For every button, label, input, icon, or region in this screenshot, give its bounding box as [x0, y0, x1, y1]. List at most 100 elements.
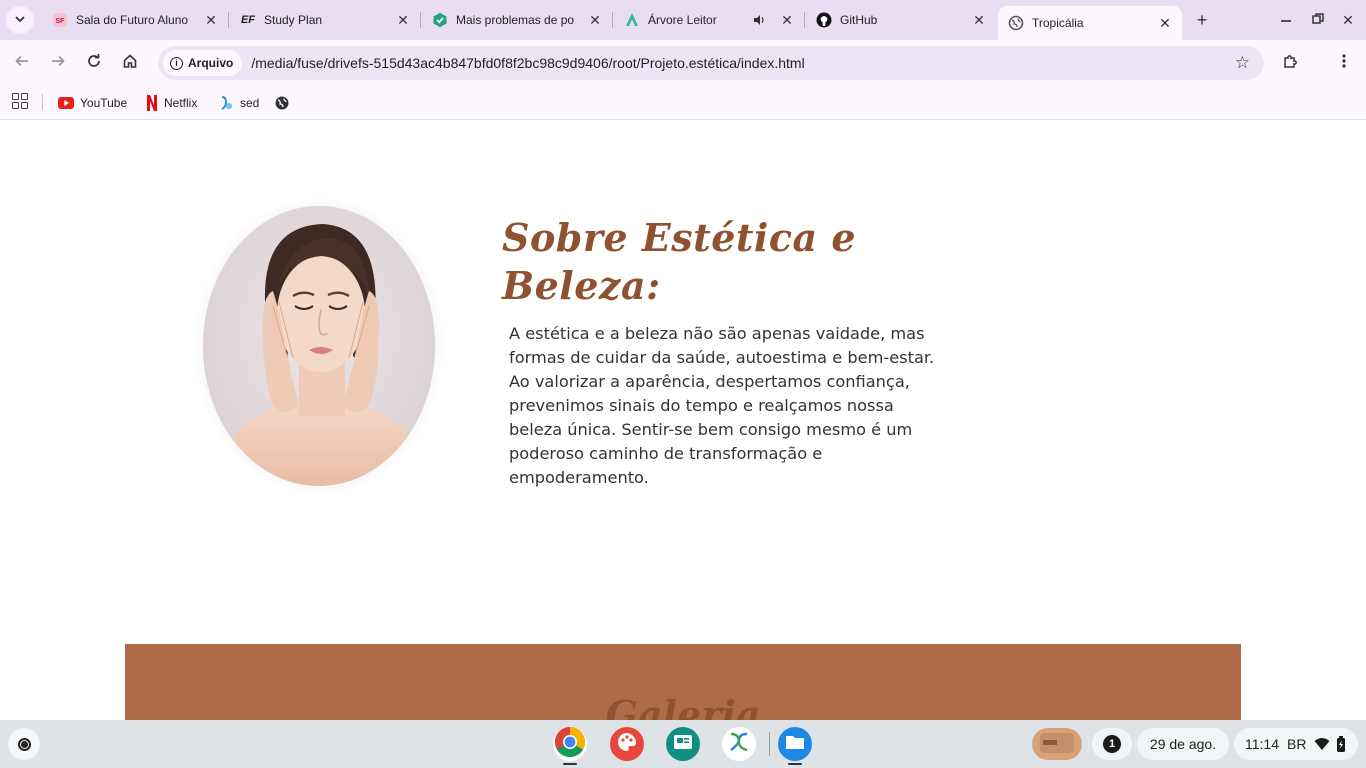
apps-grid-icon[interactable]	[12, 93, 28, 109]
locale-text: BR	[1287, 736, 1307, 752]
info-icon: i	[170, 56, 183, 70]
browser-toolbar: i Arquivo /media/fuse/drivefs-515d43ac4b…	[0, 40, 1366, 86]
restore-icon	[1312, 12, 1324, 28]
palette-icon	[616, 731, 638, 758]
arvore-icon	[624, 12, 640, 28]
gallery-section: Galeria	[125, 644, 1241, 720]
close-tab-icon[interactable]: ✕	[202, 11, 220, 29]
new-tab-button[interactable]: +	[1192, 10, 1212, 30]
bookmark-globe[interactable]	[274, 92, 296, 114]
tab-tropicalia[interactable]: Tropicália ✕	[998, 6, 1182, 40]
thumbnail-icon	[1039, 732, 1075, 757]
classroom-app-button[interactable]	[666, 727, 700, 761]
sed-icon	[218, 95, 234, 111]
home-icon	[122, 53, 138, 74]
close-tab-icon[interactable]: ✕	[586, 11, 604, 29]
bookmarks-separator	[42, 94, 43, 110]
site-info-label: Arquivo	[188, 56, 234, 70]
notification-tray[interactable]: 1	[1092, 728, 1132, 760]
bookmark-sed[interactable]: sed	[218, 92, 259, 114]
dna-icon	[727, 730, 751, 759]
chrome-app-button[interactable]	[553, 726, 587, 763]
slides-board-icon	[672, 731, 694, 758]
tab-separator	[804, 12, 805, 28]
files-app-button[interactable]	[778, 727, 812, 761]
close-tab-icon[interactable]: ✕	[778, 11, 796, 29]
shelf-separator	[769, 732, 770, 756]
home-button[interactable]	[118, 51, 142, 75]
page-viewport: Sobre Estética e Beleza: A estética e a …	[0, 121, 1366, 720]
chrome-running-indicator	[563, 763, 577, 765]
dna-app-button[interactable]	[722, 727, 756, 761]
bookmark-star-icon[interactable]: ☆	[1235, 53, 1250, 73]
holding-space-tray[interactable]	[1032, 728, 1082, 760]
chrome-icon	[554, 726, 586, 763]
wifi-icon	[1314, 737, 1330, 751]
chevron-down-icon	[14, 13, 26, 28]
date-text: 29 de ago.	[1149, 736, 1217, 752]
about-paragraph: A estética e a beleza não são apenas vai…	[509, 324, 935, 487]
tab-strip: SF Sala do Futuro Aluno ✕ EF Study Plan …	[0, 0, 1366, 40]
tab-separator	[612, 12, 613, 28]
arrow-right-icon	[50, 53, 66, 74]
site-info-chip[interactable]: i Arquivo	[163, 50, 243, 76]
extensions-button[interactable]	[1279, 51, 1303, 75]
ef-icon: EF	[240, 14, 256, 26]
tab-title: Study Plan	[264, 13, 323, 27]
plus-icon: +	[1196, 9, 1208, 30]
speaker-icon[interactable]	[752, 13, 766, 27]
bookmark-label: YouTube	[80, 96, 128, 110]
canvas-app-button[interactable]	[610, 727, 644, 761]
launcher-button[interactable]	[8, 728, 40, 760]
gallery-title: Galeria	[605, 692, 761, 720]
tab-title: Sala do Futuro Aluno	[76, 13, 189, 27]
reload-icon	[86, 53, 102, 74]
github-icon	[816, 12, 832, 28]
time-text: 11:14	[1245, 736, 1279, 752]
globe-icon	[1008, 15, 1024, 31]
tab-title: GitHub	[840, 13, 878, 27]
bookmark-youtube[interactable]: YouTube	[58, 92, 127, 114]
globe-icon	[274, 95, 290, 111]
minimize-button[interactable]	[1274, 8, 1298, 32]
close-window-button[interactable]: ✕	[1336, 8, 1360, 32]
youtube-icon	[58, 97, 74, 109]
reload-button[interactable]	[82, 51, 106, 75]
notification-count-badge: 1	[1103, 735, 1121, 753]
tab-title: Árvore Leitor	[648, 13, 717, 27]
about-title: Sobre Estética e Beleza:	[502, 215, 857, 308]
minimize-icon	[1280, 12, 1292, 28]
bookmark-netflix[interactable]: Netflix	[146, 92, 197, 114]
close-icon: ✕	[1342, 11, 1354, 28]
battery-charging-icon	[1336, 736, 1346, 752]
files-running-indicator	[788, 763, 802, 765]
tab-arvore-leitor[interactable]: Árvore Leitor ✕	[614, 6, 805, 34]
close-tab-icon[interactable]: ✕	[394, 11, 412, 29]
tab-search-button[interactable]	[6, 6, 34, 34]
menu-button[interactable]	[1332, 51, 1356, 75]
forward-button[interactable]	[46, 51, 70, 75]
bookmarks-bar: YouTube Netflix sed	[0, 86, 1366, 120]
tab-title: Tropicália	[1032, 16, 1084, 30]
hex-check-icon	[432, 12, 448, 28]
url-text[interactable]: /media/fuse/drivefs-515d43ac4b847bfd0f8f…	[251, 55, 804, 71]
address-bar[interactable]: i Arquivo /media/fuse/drivefs-515d43ac4b…	[158, 46, 1264, 80]
restore-button[interactable]	[1306, 8, 1330, 32]
folder-icon	[785, 733, 805, 756]
netflix-icon	[146, 95, 158, 111]
tab-mais-problemas[interactable]: Mais problemas de po ✕	[422, 6, 613, 34]
puzzle-icon	[1283, 53, 1299, 74]
back-button[interactable]	[10, 51, 34, 75]
status-tray[interactable]: 11:14 BR	[1234, 728, 1358, 760]
tab-sala-do-futuro[interactable]: SF Sala do Futuro Aluno ✕	[42, 6, 229, 34]
tab-separator	[420, 12, 421, 28]
close-tab-icon[interactable]: ✕	[1156, 14, 1174, 32]
svg-text:SF: SF	[56, 18, 66, 25]
kebab-menu-icon	[1342, 53, 1346, 74]
close-tab-icon[interactable]: ✕	[970, 11, 988, 29]
date-tray[interactable]: 29 de ago.	[1137, 728, 1229, 760]
tab-study-plan[interactable]: EF Study Plan ✕	[230, 6, 421, 34]
sala-futuro-icon: SF	[52, 12, 68, 28]
tab-github[interactable]: GitHub ✕	[806, 6, 996, 34]
arrow-left-icon	[14, 53, 30, 74]
